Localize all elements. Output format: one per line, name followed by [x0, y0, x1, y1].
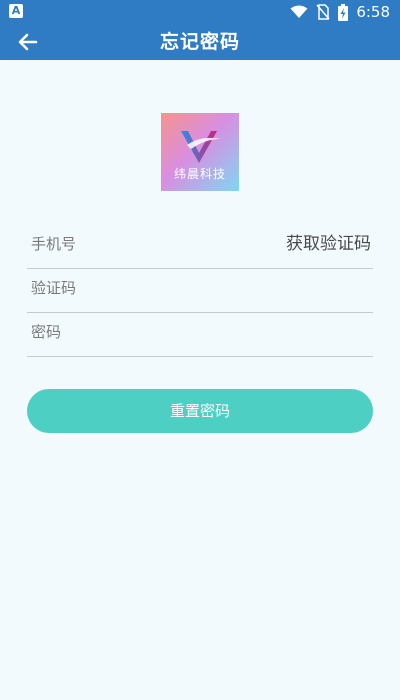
status-bar: A 6:58	[0, 0, 400, 24]
status-icons: 6:58	[290, 0, 390, 24]
wifi-icon	[290, 5, 308, 18]
notification-a-icon: A	[9, 4, 23, 18]
code-field	[27, 268, 373, 313]
phone-field: 获取验证码	[27, 224, 373, 269]
phone-input[interactable]	[27, 224, 271, 264]
company-logo: 纬晨科技	[161, 113, 239, 191]
get-code-button[interactable]: 获取验证码	[286, 224, 371, 264]
logo-text: 纬晨科技	[173, 167, 226, 181]
no-sim-icon	[316, 4, 330, 20]
password-field	[27, 312, 373, 357]
password-input[interactable]	[27, 312, 271, 352]
reset-password-button[interactable]: 重置密码	[27, 389, 373, 433]
verification-code-input[interactable]	[27, 268, 271, 308]
app-bar: 忘记密码	[0, 24, 400, 60]
status-time: 6:58	[356, 3, 390, 21]
battery-charging-icon	[338, 3, 349, 21]
page-title: 忘记密码	[159, 31, 240, 53]
